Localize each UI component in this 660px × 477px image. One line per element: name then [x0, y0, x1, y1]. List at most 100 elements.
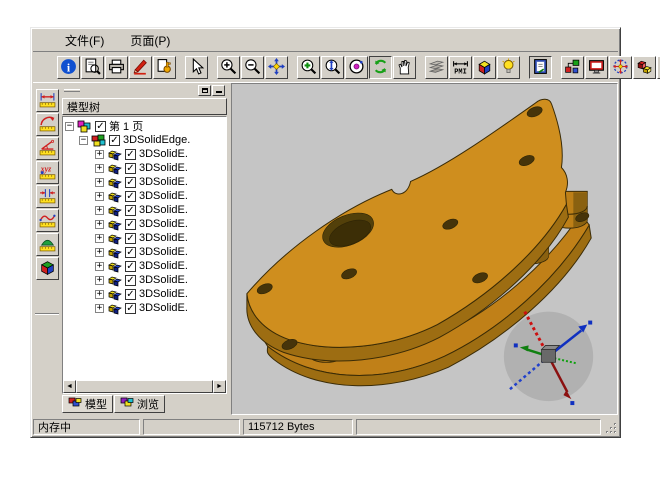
part-icon [107, 274, 122, 287]
tree-item-label: 3DSolidEdge. [123, 134, 190, 146]
zoom-window-button[interactable] [297, 56, 320, 79]
part-icon [107, 218, 122, 231]
tab-browse[interactable]: 浏览 [114, 395, 165, 413]
tree-item-part[interactable]: + ✓ 3DSolidE. [65, 273, 226, 287]
menu-page[interactable]: 页面(P) [126, 30, 174, 51]
part-checkbox[interactable]: ✓ [125, 275, 136, 286]
assembly-tools-button[interactable] [561, 56, 584, 79]
tree-hscrollbar[interactable]: ◄ ► [63, 380, 226, 393]
expand-icon[interactable]: + [95, 290, 104, 299]
tree-item-part[interactable]: + ✓ 3DSolidE. [65, 231, 226, 245]
security-key-button[interactable] [153, 56, 176, 79]
lighting-button[interactable] [497, 56, 520, 79]
resize-grip[interactable] [604, 419, 618, 435]
assembly-checkbox[interactable]: ✓ [109, 135, 120, 146]
panel-titlebar[interactable] [62, 84, 227, 97]
measure-angle-button[interactable] [36, 137, 59, 160]
tree-item-label: 3DSolidE. [139, 302, 188, 314]
snapshot-button[interactable] [585, 56, 608, 79]
measure-radius-button[interactable] [36, 113, 59, 136]
notebook-button[interactable] [529, 56, 552, 79]
tree-item-part[interactable]: + ✓ 3DSolidE. [65, 245, 226, 259]
main-area: xyz 模型树 − ✓ 第 1 页 − [33, 83, 618, 415]
part-checkbox[interactable]: ✓ [125, 261, 136, 272]
tree-item-part[interactable]: + ✓ 3DSolidE. [65, 287, 226, 301]
expand-icon[interactable]: + [95, 220, 104, 229]
expand-icon[interactable]: + [95, 206, 104, 215]
tree-item-part[interactable]: + ✓ 3DSolidE. [65, 147, 226, 161]
menu-file[interactable]: 文件(F) [61, 30, 108, 51]
tree-item-page[interactable]: − ✓ 第 1 页 [65, 119, 226, 133]
measure-coordinate-button[interactable]: xyz [36, 161, 59, 184]
viewport-3d[interactable] [231, 83, 618, 415]
panel-hide-button[interactable] [212, 85, 225, 96]
tree-item-part[interactable]: + ✓ 3DSolidE. [65, 301, 226, 315]
page-checkbox[interactable]: ✓ [95, 121, 106, 132]
expand-icon[interactable]: + [95, 248, 104, 257]
part-checkbox[interactable]: ✓ [125, 233, 136, 244]
measure-gap-button[interactable] [36, 185, 59, 208]
svg-text:PMI: PMI [454, 68, 466, 75]
scroll-left-button[interactable]: ◄ [63, 380, 76, 393]
hand-pan-button[interactable] [393, 56, 416, 79]
zoom-out-button[interactable] [241, 56, 264, 79]
tree-item-part[interactable]: + ✓ 3DSolidE. [65, 161, 226, 175]
info-button[interactable]: i [57, 56, 80, 79]
zoom-in-button[interactable] [217, 56, 240, 79]
tree-item-part[interactable]: + ✓ 3DSolidE. [65, 189, 226, 203]
tree-item-label: 3DSolidE. [139, 260, 188, 272]
print-button[interactable] [105, 56, 128, 79]
panel-float-button[interactable] [198, 85, 211, 96]
rotate-views-button[interactable] [609, 56, 632, 79]
expand-icon[interactable]: + [95, 178, 104, 187]
part-checkbox[interactable]: ✓ [125, 303, 136, 314]
part-checkbox[interactable]: ✓ [125, 191, 136, 202]
collapse-icon[interactable]: − [79, 136, 88, 145]
markup-pen-button[interactable] [129, 56, 152, 79]
expand-icon[interactable]: + [95, 164, 104, 173]
select-cursor-button[interactable] [185, 56, 208, 79]
part-checkbox[interactable]: ✓ [125, 247, 136, 258]
part-checkbox[interactable]: ✓ [125, 177, 136, 188]
view-orientation-button[interactable] [36, 257, 59, 280]
standard-views-button[interactable] [473, 56, 496, 79]
tree-item-part[interactable]: + ✓ 3DSolidE. [65, 217, 226, 231]
expand-icon[interactable]: + [95, 192, 104, 201]
pmi-button[interactable]: PMI [449, 56, 472, 79]
dynamic-zoom-button[interactable] [321, 56, 344, 79]
notebook-icon [532, 58, 549, 78]
measure-distance-button[interactable] [36, 89, 59, 112]
file-preview-button[interactable] [81, 56, 104, 79]
part-checkbox[interactable]: ✓ [125, 205, 136, 216]
status-field-0: 内存中 [33, 419, 140, 435]
pan-crosshair-button[interactable] [265, 56, 288, 79]
tree-item-assembly[interactable]: − ✓ 3DSolidEdge. [65, 133, 226, 147]
measure-curve-button[interactable] [36, 209, 59, 232]
tree-item-part[interactable]: + ✓ 3DSolidE. [65, 259, 226, 273]
expand-icon[interactable]: + [95, 234, 104, 243]
explode-button[interactable] [633, 56, 656, 79]
expand-icon[interactable]: + [95, 262, 104, 271]
scroll-thumb[interactable] [76, 380, 213, 393]
model-canvas[interactable] [232, 84, 617, 414]
layers-button[interactable] [425, 56, 448, 79]
scroll-right-button[interactable]: ► [213, 380, 226, 393]
tab-model[interactable]: 模型 [62, 395, 113, 413]
explode-icon [636, 58, 653, 78]
rotate-button[interactable] [369, 56, 392, 79]
expand-icon[interactable]: + [95, 276, 104, 285]
collapse-icon[interactable]: − [65, 122, 74, 131]
part-checkbox[interactable]: ✓ [125, 163, 136, 174]
view-cube-icon [476, 58, 493, 78]
tree-item-part[interactable]: + ✓ 3DSolidE. [65, 175, 226, 189]
measure-area-button[interactable] [36, 233, 59, 256]
orbit-target-button[interactable] [345, 56, 368, 79]
expand-icon[interactable]: + [95, 150, 104, 159]
part-checkbox[interactable]: ✓ [125, 219, 136, 230]
part-checkbox[interactable]: ✓ [125, 149, 136, 160]
tab-model-icon [68, 397, 82, 412]
expand-icon[interactable]: + [95, 304, 104, 313]
tree-item-part[interactable]: + ✓ 3DSolidE. [65, 203, 226, 217]
panel-gripper[interactable] [64, 89, 80, 92]
part-checkbox[interactable]: ✓ [125, 289, 136, 300]
